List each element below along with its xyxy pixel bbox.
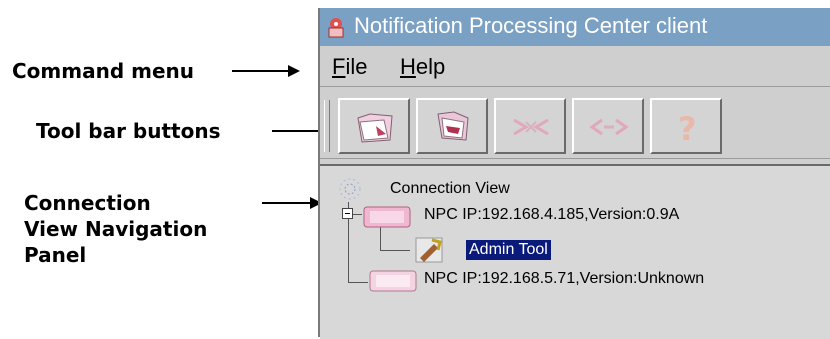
title-bar[interactable]: Notification Processing Center client: [320, 8, 830, 46]
menu-bar: File Help: [320, 48, 830, 87]
menu-file-rest: ile: [345, 54, 368, 79]
connect-icon: [589, 118, 629, 136]
connection-view-annotation-line3: Panel: [24, 243, 87, 267]
connection-view-icon: [339, 178, 361, 200]
npc-server-icon: [363, 206, 411, 228]
tree-line: [380, 250, 410, 251]
toolbar-button-connect[interactable]: [572, 98, 644, 154]
toolbar-button-help[interactable]: ?: [650, 98, 722, 154]
open-folder-icon: [357, 113, 393, 143]
connection-view-annotation-line2: View Navigation: [24, 217, 208, 241]
expand-toggle[interactable]: [342, 208, 353, 219]
command-menu-arrow: [232, 70, 290, 72]
tree-root-label[interactable]: Connection View: [390, 180, 510, 198]
menu-file[interactable]: File: [332, 54, 367, 80]
connection-view-arrow: [262, 202, 312, 204]
folder-stack-icon: [437, 111, 469, 141]
tree-node-admin-tool[interactable]: Admin Tool: [466, 240, 551, 260]
toolbar-annotation: Tool bar buttons: [36, 119, 221, 143]
toolbar-drag-handle[interactable]: [324, 100, 330, 152]
menu-help-rest: elp: [415, 54, 446, 79]
command-menu-arrowhead: [288, 65, 300, 77]
command-menu-annotation: Command menu: [12, 59, 194, 83]
menu-file-mnemonic: F: [332, 54, 346, 79]
toolbar-button-folders[interactable]: [416, 98, 488, 154]
admin-tool-icon: [415, 237, 443, 263]
app-window: Notification Processing Center client Fi…: [318, 8, 830, 339]
connection-view-panel: Connection View NPC IP:192.168.4.185,Ver…: [320, 164, 830, 339]
connection-view-annotation-line1: Connection: [24, 191, 151, 215]
window-title: Notification Processing Center client: [354, 13, 708, 38]
tree-node-label[interactable]: NPC IP:192.168.5.71,Version:Unknown: [424, 270, 704, 288]
menu-help[interactable]: Help: [400, 54, 445, 80]
toolbar-arrow: [272, 130, 322, 132]
tree-node-label[interactable]: NPC IP:192.168.4.185,Version:0.9A: [424, 206, 679, 224]
npc-app-icon: [328, 18, 344, 38]
tool-bar: ?: [320, 92, 830, 159]
minus-icon: [345, 213, 350, 214]
tree-line: [348, 282, 368, 283]
toolbar-button-disconnect[interactable]: [494, 98, 566, 154]
toolbar-button-open[interactable]: [338, 98, 410, 154]
menu-help-mnemonic: H: [400, 54, 416, 79]
npc-server-icon: [369, 270, 417, 292]
disconnect-icon: [513, 118, 549, 136]
help-question-icon: ?: [678, 110, 697, 146]
svg-text:?: ?: [678, 110, 697, 146]
